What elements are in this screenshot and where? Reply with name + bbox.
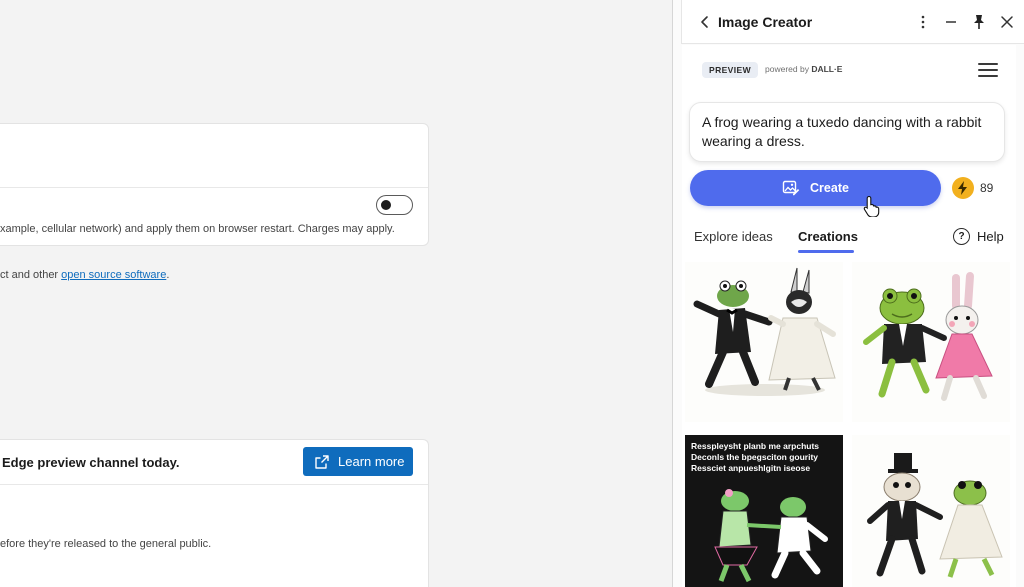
panel-title: Image Creator: [718, 14, 813, 30]
setting-description: xample, cellular network) and apply them…: [0, 223, 395, 235]
toggle-knob: [381, 200, 391, 210]
powered-by: powered by DALL·E: [765, 64, 842, 74]
external-link-icon: [315, 454, 329, 469]
tab-creations[interactable]: Creations: [798, 229, 858, 244]
powered-brand: DALL·E: [811, 64, 843, 74]
tab-explore-ideas[interactable]: Explore ideas: [694, 229, 773, 244]
create-button[interactable]: Create: [690, 170, 941, 206]
powered-prefix: powered by: [765, 64, 812, 74]
divider: [0, 187, 428, 188]
boost-count: 89: [980, 181, 994, 195]
preview-channel-description: efore they're released to the general pu…: [0, 538, 212, 550]
back-icon[interactable]: [696, 13, 714, 31]
panel-content: PREVIEW powered by DALL·E A frog wearing…: [682, 45, 1016, 587]
creation-image-2[interactable]: [852, 262, 1010, 422]
help-button[interactable]: ? Help: [953, 228, 1004, 245]
close-icon[interactable]: [998, 13, 1016, 31]
divider: [0, 484, 428, 485]
minimize-icon[interactable]: [942, 13, 960, 31]
open-source-line: ct and other open source software.: [0, 269, 169, 281]
image-creator-panel: Image Creator PREVIEW powered by DALL·E …: [672, 0, 1024, 587]
help-label: Help: [977, 229, 1004, 244]
pin-icon[interactable]: [970, 13, 988, 31]
panel-titlebar: Image Creator: [681, 0, 1024, 44]
image-create-icon: [782, 180, 800, 196]
learn-more-button[interactable]: Learn more: [303, 447, 413, 476]
creation-image-3-text: Resspleysht planb me arpchuts Deconls th…: [691, 441, 820, 473]
hamburger-menu-icon[interactable]: [978, 62, 998, 78]
more-icon[interactable]: [914, 13, 932, 31]
learn-more-label: Learn more: [338, 454, 405, 469]
preview-badge: PREVIEW: [702, 62, 759, 78]
bolt-icon: [958, 181, 967, 195]
preview-channel-heading: Edge preview channel today.: [2, 455, 180, 470]
creation-image-3[interactable]: Resspleysht planb me arpchuts Deconls th…: [685, 435, 843, 587]
create-label: Create: [810, 181, 849, 195]
setting-toggle[interactable]: [376, 195, 413, 215]
open-source-suffix: .: [166, 269, 170, 281]
prompt-input[interactable]: A frog wearing a tuxedo dancing with a r…: [689, 102, 1005, 162]
open-source-prefix: ct and other: [0, 269, 62, 281]
active-tab-indicator: [798, 250, 854, 253]
settings-page: xample, cellular network) and apply them…: [0, 0, 672, 587]
creation-image-4[interactable]: [852, 435, 1010, 587]
help-icon: ?: [953, 228, 970, 245]
boost-badge[interactable]: [952, 177, 974, 199]
creation-image-1[interactable]: [685, 262, 843, 422]
open-source-link[interactable]: open source software: [61, 269, 166, 281]
pointer-cursor-icon: [863, 195, 880, 217]
